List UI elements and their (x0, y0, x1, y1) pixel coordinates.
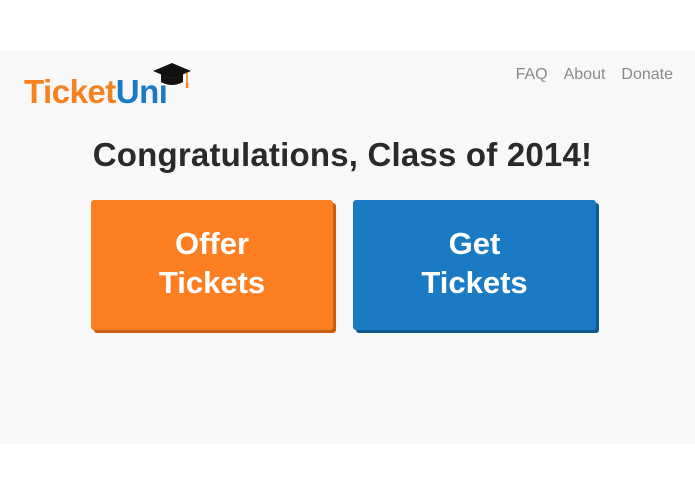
page-container: TicketUni FAQ About Donate Congratulatio… (0, 50, 695, 444)
nav-faq-link[interactable]: FAQ (516, 66, 548, 84)
nav-donate-link[interactable]: Donate (621, 66, 673, 84)
get-tickets-label: Get Tickets (421, 224, 527, 302)
offer-tickets-button[interactable]: Offer Tickets (91, 200, 333, 330)
ticketuni-logo[interactable]: TicketUni (24, 72, 168, 112)
get-tickets-button[interactable]: Get Tickets (353, 200, 596, 330)
offer-tickets-line1: Offer (174, 226, 250, 261)
page-headline: Congratulations, Class of 2014! (92, 136, 593, 173)
graduation-cap-icon (153, 63, 191, 88)
top-nav: FAQ About Donate (516, 66, 673, 84)
get-tickets-line1: Get (448, 226, 501, 261)
get-tickets-line2: Tickets (421, 265, 528, 300)
logo-text-ticket: Ticket (24, 73, 116, 110)
offer-tickets-line2: Tickets (158, 265, 266, 300)
offer-tickets-label: Offer Tickets (159, 224, 265, 302)
nav-about-link[interactable]: About (564, 66, 606, 84)
